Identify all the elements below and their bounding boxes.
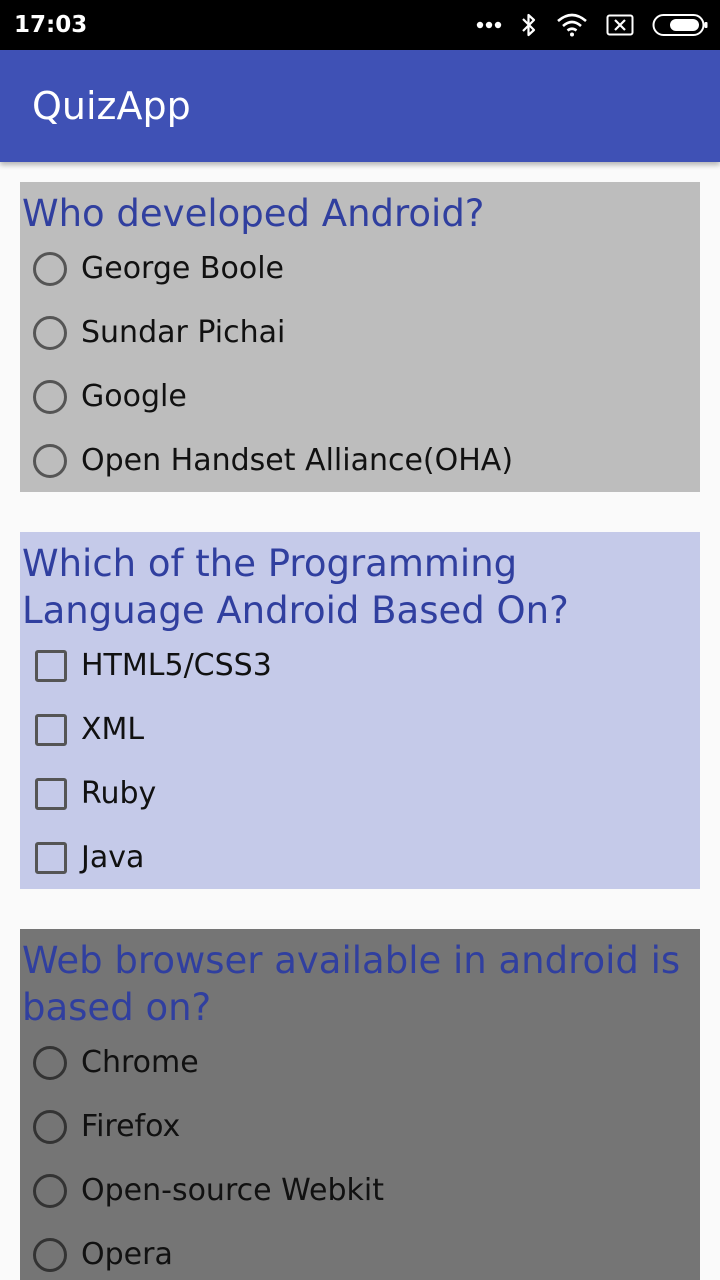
wifi-icon <box>556 13 588 37</box>
app-bar: QuizApp <box>0 50 720 162</box>
option-george-boole[interactable]: George Boole <box>20 237 700 301</box>
option-java[interactable]: Java <box>20 826 700 890</box>
option-label: Sundar Pichai <box>81 315 286 350</box>
status-time: 17:03 <box>14 12 88 38</box>
option-label: Google <box>81 379 187 414</box>
option-label: Java <box>81 840 145 875</box>
option-firefox[interactable]: Firefox <box>20 1095 700 1159</box>
quiz-scroll-content[interactable]: Who developed Android? George Boole Sund… <box>0 162 720 1280</box>
radio-button[interactable] <box>33 1238 67 1272</box>
option-webkit[interactable]: Open-source Webkit <box>20 1159 700 1223</box>
checkbox[interactable] <box>35 778 67 810</box>
option-label: Open-source Webkit <box>81 1173 384 1208</box>
option-label: Opera <box>81 1237 173 1272</box>
radio-button[interactable] <box>33 316 67 350</box>
question-title: Which of the Programming Language Androi… <box>22 542 569 632</box>
checkbox[interactable] <box>35 842 67 874</box>
sim-x-icon <box>606 14 634 36</box>
question-card-1: Who developed Android? George Boole Sund… <box>20 182 700 492</box>
option-google[interactable]: Google <box>20 365 700 429</box>
option-label: Open Handset Alliance(OHA) <box>81 443 514 478</box>
option-chrome[interactable]: Chrome <box>20 1031 700 1095</box>
radio-button[interactable] <box>33 444 67 478</box>
app-title: QuizApp <box>32 84 191 128</box>
option-oha[interactable]: Open Handset Alliance(OHA) <box>20 429 700 493</box>
option-label: HTML5/CSS3 <box>81 648 272 683</box>
option-ruby[interactable]: Ruby <box>20 762 700 826</box>
checkbox[interactable] <box>35 714 67 746</box>
option-label: Ruby <box>81 776 157 811</box>
option-label: Firefox <box>81 1109 181 1144</box>
radio-button[interactable] <box>33 252 67 286</box>
option-opera[interactable]: Opera <box>20 1223 700 1280</box>
bluetooth-icon <box>520 12 538 38</box>
radio-button[interactable] <box>33 1174 67 1208</box>
radio-button[interactable] <box>33 1110 67 1144</box>
question-card-2: Which of the Programming Language Androi… <box>20 532 700 889</box>
option-xml[interactable]: XML <box>20 698 700 762</box>
option-sundar-pichai[interactable]: Sundar Pichai <box>20 301 700 365</box>
question-title: Web browser available in android is base… <box>22 939 681 1029</box>
option-html5-css3[interactable]: HTML5/CSS3 <box>20 634 700 698</box>
radio-button[interactable] <box>33 380 67 414</box>
option-label: Chrome <box>81 1045 199 1080</box>
status-icons <box>476 11 708 39</box>
question-title: Who developed Android? <box>22 192 485 235</box>
radio-button[interactable] <box>33 1046 67 1080</box>
option-label: XML <box>81 712 145 747</box>
battery-icon <box>652 13 708 37</box>
checkbox[interactable] <box>35 650 67 682</box>
status-bar: 17:03 <box>0 0 720 50</box>
more-dots-icon <box>476 20 502 30</box>
option-label: George Boole <box>81 251 284 286</box>
question-card-3: Web browser available in android is base… <box>20 929 700 1280</box>
